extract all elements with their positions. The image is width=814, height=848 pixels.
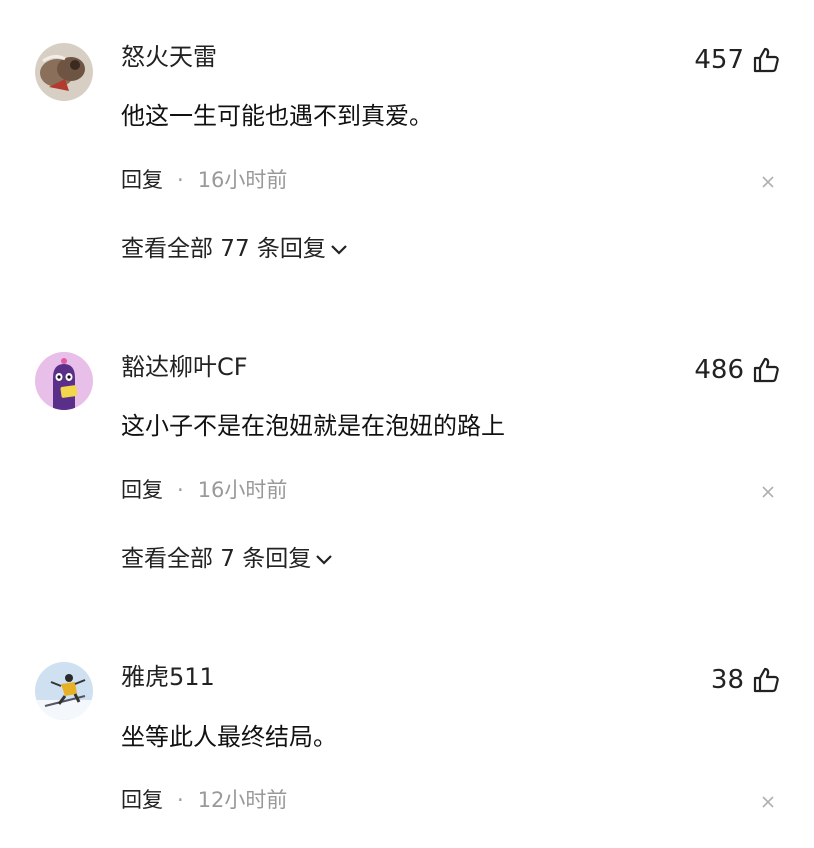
reply-button[interactable]: 回复 — [121, 786, 163, 814]
username[interactable]: 怒火天雷 — [121, 42, 217, 72]
like-button[interactable]: 486 — [694, 352, 780, 388]
thumbs-up-icon[interactable] — [752, 666, 780, 694]
close-icon[interactable] — [760, 794, 776, 810]
comment-meta: 回复 · 12小时前 — [121, 786, 287, 814]
avatar[interactable] — [35, 662, 93, 720]
timestamp: 16小时前 — [197, 168, 288, 192]
thumbs-up-icon[interactable] — [752, 46, 780, 74]
comment-text: 坐等此人最终结局。 — [121, 723, 337, 751]
chevron-down-icon — [315, 553, 333, 565]
like-count: 486 — [694, 355, 744, 385]
reply-button[interactable]: 回复 — [121, 166, 163, 194]
view-all-replies-button[interactable]: 查看全部 7 条回复 — [121, 544, 333, 574]
like-button[interactable]: 457 — [694, 42, 780, 78]
comment-meta: 回复 · 16小时前 — [121, 166, 287, 194]
view-all-label: 查看全部 7 条回复 — [121, 546, 312, 572]
close-icon[interactable] — [760, 484, 776, 500]
avatar[interactable] — [35, 43, 93, 101]
view-all-label: 查看全部 77 条回复 — [121, 236, 326, 262]
avatar[interactable] — [35, 352, 93, 410]
close-icon[interactable] — [760, 174, 776, 190]
chevron-down-icon — [330, 243, 348, 255]
separator-dot: · — [177, 788, 184, 812]
like-count: 38 — [710, 665, 744, 695]
like-count: 457 — [694, 45, 744, 75]
thumbs-up-icon[interactable] — [752, 356, 780, 384]
username[interactable]: 雅虎511 — [121, 662, 215, 692]
timestamp: 16小时前 — [197, 478, 288, 502]
comment-text: 他这一生可能也遇不到真爱。 — [121, 102, 433, 130]
separator-dot: · — [177, 478, 184, 502]
username[interactable]: 豁达柳叶CF — [121, 352, 248, 382]
view-all-replies-button[interactable]: 查看全部 77 条回复 — [121, 234, 348, 264]
separator-dot: · — [177, 168, 184, 192]
comment-meta: 回复 · 16小时前 — [121, 476, 287, 504]
comment-text: 这小子不是在泡妞就是在泡妞的路上 — [121, 412, 505, 440]
like-button[interactable]: 38 — [711, 662, 780, 698]
reply-button[interactable]: 回复 — [121, 476, 163, 504]
timestamp: 12小时前 — [197, 788, 288, 812]
